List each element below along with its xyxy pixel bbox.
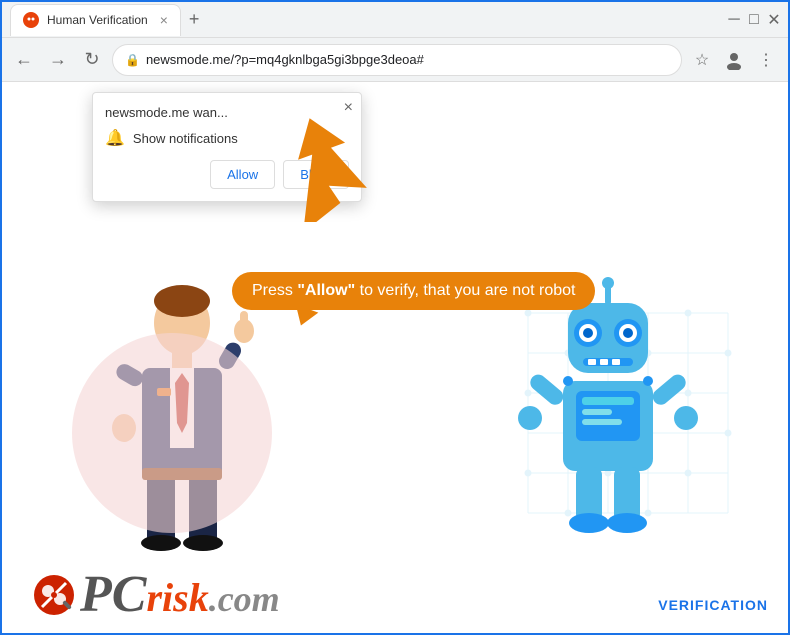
speech-text-before: Press: [252, 282, 297, 299]
logo-text-group: PC risk .com: [80, 569, 280, 621]
logo-dotcom: .com: [209, 581, 280, 617]
maximize-button[interactable]: □: [748, 14, 760, 26]
footer-brand: PC risk .com: [32, 569, 280, 621]
forward-button[interactable]: →: [44, 46, 72, 74]
speech-allow-highlight: "Allow": [297, 282, 355, 299]
logo-risk: risk: [146, 578, 208, 618]
refresh-button[interactable]: ↻: [78, 46, 106, 74]
tab-title: Human Verification: [47, 13, 148, 27]
menu-button[interactable]: ⋮: [752, 46, 780, 74]
page-content: × newsmode.me wan... 🔔 Show notification…: [2, 82, 788, 633]
nav-bar: ← → ↻ 🔒 newsmode.me/?p=mq4gknlbga5gi3bpg…: [2, 38, 788, 82]
orange-arrow: [272, 112, 372, 227]
speech-bubble: Press "Allow" to verify, that you are no…: [232, 272, 595, 310]
allow-button[interactable]: Allow: [210, 160, 275, 189]
lock-icon: 🔒: [125, 53, 140, 67]
tab-close-button[interactable]: ×: [160, 12, 168, 28]
logo-icon: [32, 573, 76, 617]
bookmark-button[interactable]: ☆: [688, 46, 716, 74]
nav-right-icons: ☆ ⋮: [688, 46, 780, 74]
active-tab[interactable]: Human Verification ×: [10, 4, 181, 36]
person-circle-bg: [72, 333, 272, 533]
url-text: newsmode.me/?p=mq4gknlbga5gi3bpge3deoa#: [146, 52, 669, 67]
title-bar: Human Verification × + ─ □ ✕: [2, 2, 788, 38]
minimize-button[interactable]: ─: [728, 14, 740, 26]
new-tab-button[interactable]: +: [181, 5, 208, 34]
window-controls: ─ □ ✕: [728, 14, 780, 26]
browser-window: Human Verification × + ─ □ ✕ ← → ↻ 🔒 new…: [0, 0, 790, 635]
tab-favicon: [23, 12, 39, 28]
window-close-button[interactable]: ✕: [768, 14, 780, 26]
speech-text-after: to verify, that you are not robot: [355, 282, 575, 299]
verification-text: VERIFICATION: [658, 597, 768, 613]
tab-bar: Human Verification × +: [10, 4, 728, 36]
popup-notification-text: Show notifications: [133, 131, 238, 146]
address-bar[interactable]: 🔒 newsmode.me/?p=mq4gknlbga5gi3bpge3deoa…: [112, 44, 682, 76]
logo-pc: PC: [80, 569, 146, 621]
bell-icon: 🔔: [105, 128, 125, 148]
user-button[interactable]: [720, 46, 748, 74]
back-button[interactable]: ←: [10, 46, 38, 74]
robot-illustration: [508, 273, 708, 553]
